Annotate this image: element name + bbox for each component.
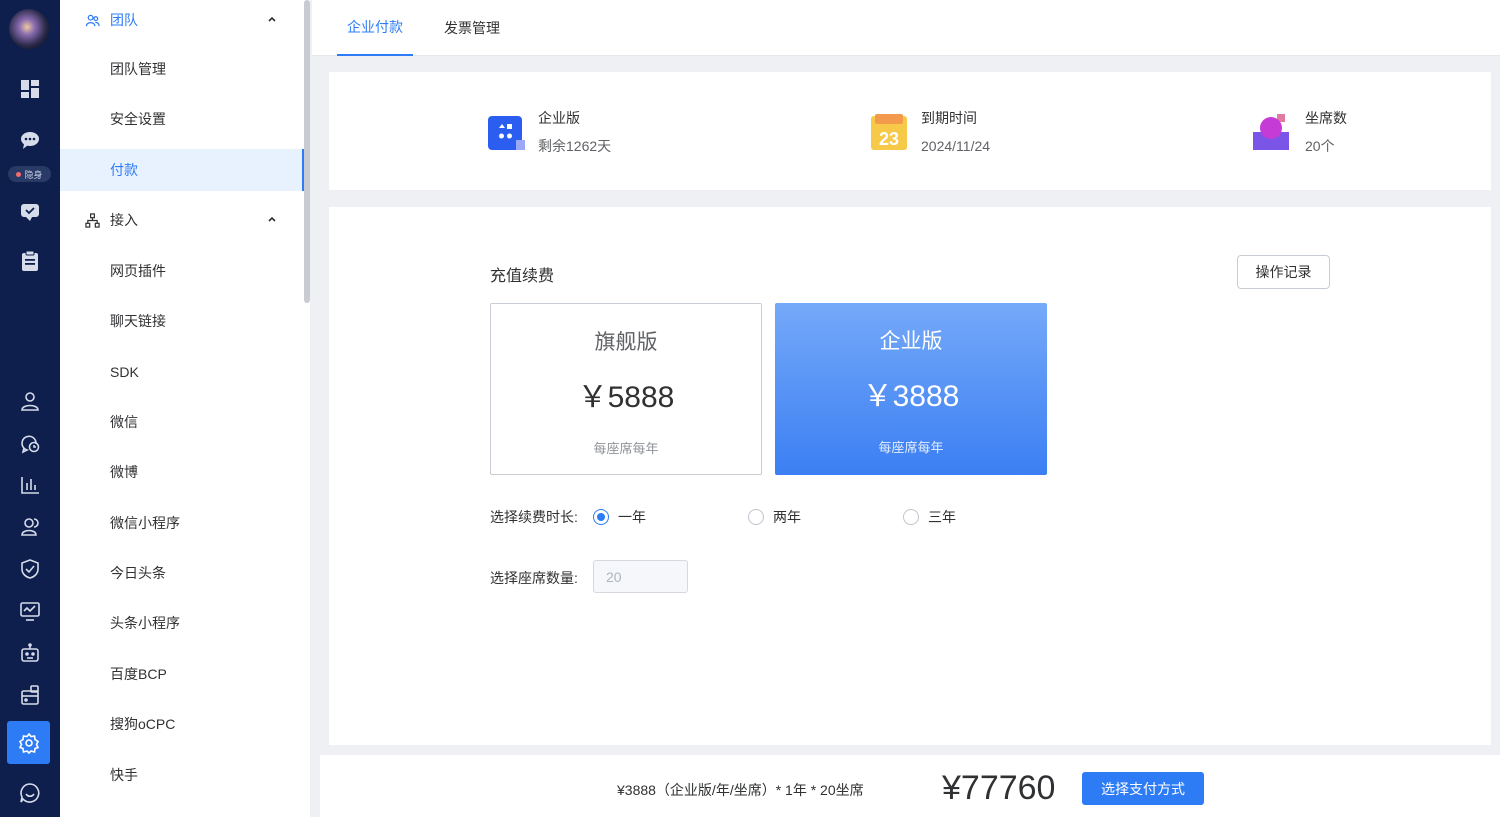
tab-invoice-management[interactable]: 发票管理	[444, 0, 500, 56]
robot-icon[interactable]	[0, 637, 60, 669]
operation-log-button[interactable]: 操作记录	[1237, 255, 1330, 289]
plan-icon	[486, 112, 526, 152]
sidebar-item-baidu-bcp[interactable]: 百度BCP	[60, 653, 305, 695]
plan-price: ￥3888	[862, 380, 960, 413]
sidebar-item-team-management[interactable]: 团队管理	[60, 48, 305, 90]
history-chat-icon[interactable]	[0, 427, 60, 459]
radio-indicator	[903, 509, 919, 525]
apps-store-icon[interactable]	[0, 679, 60, 711]
plan-price: ￥5888	[577, 381, 675, 414]
radio-indicator	[748, 509, 764, 525]
plan-label: 企业版	[538, 110, 580, 126]
sidebar-item-wechat[interactable]: 微信	[60, 401, 305, 443]
radio-indicator	[593, 509, 609, 525]
sidebar-item-weibo[interactable]: 微博	[60, 451, 305, 493]
total-price: ¥77760	[942, 769, 1056, 807]
sidebar-item-toutiao-miniprogram[interactable]: 头条小程序	[60, 602, 305, 644]
sidebar-item-security-settings[interactable]: 安全设置	[60, 98, 305, 140]
sidebar-scrollbar[interactable]	[304, 0, 310, 303]
settings-sidebar: 团队 团队管理 安全设置 付款 接入 网页插件 聊天链接 SDK 微信 微博 微…	[60, 0, 310, 817]
seats-label: 坐席数	[1305, 110, 1347, 126]
seat-count-input[interactable]	[593, 560, 688, 593]
presence-status-badge[interactable]: 隐身	[8, 166, 51, 182]
chat-icon[interactable]	[0, 124, 60, 156]
user-icon[interactable]	[0, 385, 60, 417]
sidebar-item-payment[interactable]: 付款	[60, 149, 305, 191]
duration-radio-two-years[interactable]: 两年	[748, 507, 801, 527]
sidebar-group-label: 团队	[110, 12, 138, 28]
plan-unit: 每座席每年	[593, 441, 659, 456]
network-icon	[85, 212, 100, 228]
sidebar-item-wechat-miniprogram[interactable]: 微信小程序	[60, 502, 305, 544]
status-dot-icon	[16, 171, 22, 177]
sidebar-item-web-plugin[interactable]: 网页插件	[60, 250, 305, 292]
plan-option-enterprise[interactable]: 企业版 ￥3888 每座席每年	[775, 303, 1047, 475]
statistics-icon[interactable]	[0, 469, 60, 501]
shield-icon[interactable]	[0, 553, 60, 585]
sidebar-item-toutiao[interactable]: 今日头条	[60, 552, 305, 594]
subscription-summary-card: 企业版 剩余1262天 23 到期时间 2024/11/24 坐席数 20个	[329, 72, 1491, 190]
team-icon	[85, 14, 100, 26]
sidebar-item-sdk[interactable]: SDK	[60, 351, 305, 393]
chevron-up-icon	[268, 16, 276, 22]
page-tabs: 企业付款 发票管理	[312, 0, 1500, 56]
customers-icon[interactable]	[0, 511, 60, 543]
payment-footer: ¥3888（企业版/年/坐席）* 1年 * 20坐席 ¥77760 选择支付方式	[320, 755, 1500, 817]
sidebar-group-label: 接入	[110, 212, 138, 228]
support-chat-icon[interactable]	[0, 777, 60, 809]
dashboard-icon[interactable]	[0, 73, 60, 105]
expire-label: 到期时间	[921, 110, 977, 126]
seat-icon	[1253, 112, 1293, 152]
plan-unit: 每座席每年	[878, 440, 944, 455]
seat-count-label: 选择座席数量:	[490, 570, 578, 586]
plan-remaining: 剩余1262天	[538, 138, 612, 154]
sidebar-item-chat-link[interactable]: 聊天链接	[60, 300, 305, 342]
plan-name: 旗舰版	[594, 331, 658, 354]
clipboard-icon[interactable]	[0, 245, 60, 277]
expire-summary: 23 到期时间 2024/11/24	[869, 108, 990, 156]
user-avatar[interactable]	[9, 9, 49, 49]
sidebar-item-kuaishou[interactable]: 快手	[60, 754, 305, 796]
plan-summary: 企业版 剩余1262天	[486, 108, 611, 156]
calendar-day: 23	[879, 129, 899, 149]
app-rail: 隐身	[0, 0, 60, 817]
plan-name: 企业版	[879, 330, 943, 353]
price-formula: ¥3888（企业版/年/坐席）* 1年 * 20坐席	[617, 782, 864, 798]
plan-option-flagship[interactable]: 旗舰版 ￥5888 每座席每年	[490, 303, 762, 475]
monitor-icon[interactable]	[0, 595, 60, 627]
renewal-title: 充值续费	[490, 268, 555, 285]
settings-gear-icon[interactable]	[7, 721, 50, 764]
expire-value: 2024/11/24	[921, 138, 991, 154]
duration-radio-one-year[interactable]: 一年	[593, 507, 646, 527]
sidebar-item-sogou-ocpc[interactable]: 搜狗oCPC	[60, 703, 305, 745]
duration-radio-three-years[interactable]: 三年	[903, 507, 956, 527]
renewal-card: 充值续费 操作记录 旗舰版 ￥5888 每座席每年 企业版 ￥3888 每座席每…	[329, 207, 1491, 745]
sidebar-group-team[interactable]: 团队	[60, 0, 305, 40]
calendar-icon: 23	[869, 112, 909, 152]
seats-summary: 坐席数 20个	[1253, 108, 1347, 156]
tab-enterprise-payment[interactable]: 企业付款	[337, 0, 413, 56]
choose-payment-method-button[interactable]: 选择支付方式	[1082, 772, 1204, 805]
chevron-up-icon	[268, 216, 276, 222]
message-icon[interactable]	[0, 196, 60, 228]
seats-value: 20个	[1305, 138, 1335, 154]
sidebar-group-access[interactable]: 接入	[60, 200, 305, 240]
duration-label: 选择续费时长:	[490, 509, 578, 525]
